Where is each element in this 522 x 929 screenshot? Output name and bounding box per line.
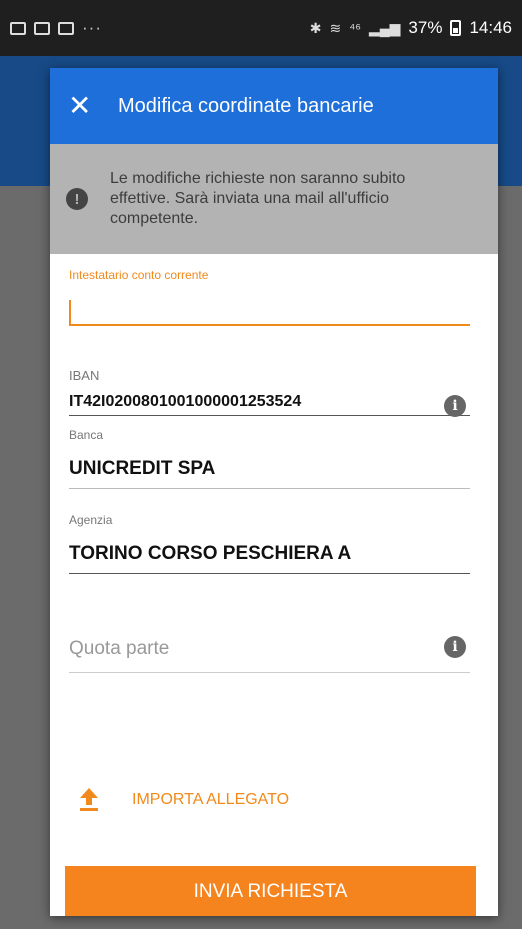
banca-field[interactable]: Banca UNICREDIT SPA	[69, 428, 470, 489]
bank-form: Intestatario conto corrente IBAN IT42I02…	[50, 254, 498, 673]
bluetooth-icon: ✱	[309, 19, 322, 36]
banca-label: Banca	[69, 428, 104, 442]
iban-underline	[69, 415, 470, 416]
info-icon[interactable]: i	[444, 636, 466, 658]
agenzia-label: Agenzia	[69, 513, 113, 527]
intestatario-input[interactable]	[69, 282, 470, 324]
submit-request-label: INVIA RICHIESTA	[193, 881, 348, 902]
import-attachment-label: IMPORTA ALLEGATO	[132, 791, 290, 808]
close-icon[interactable]: ✕	[68, 92, 98, 120]
submit-request-button[interactable]: INVIA RICHIESTA	[65, 866, 476, 916]
upload-icon	[80, 788, 98, 812]
banca-underline	[69, 488, 470, 489]
import-attachment-button[interactable]: IMPORTA ALLEGATO	[80, 788, 289, 812]
alert-icon: !	[66, 188, 88, 210]
wifi-icon: ≋	[329, 19, 342, 36]
edit-bank-details-dialog: ✕ Modifica coordinate bancarie ! Le modi…	[50, 68, 498, 916]
quota-parte-input[interactable]: Quota parte	[69, 638, 169, 659]
text-cursor	[69, 300, 71, 324]
more-notifications: ···	[82, 18, 102, 37]
notification-icon	[58, 21, 74, 35]
agenzia-field[interactable]: Agenzia TORINO CORSO PESCHIERA A	[69, 513, 470, 574]
quota-parte-underline	[69, 672, 470, 673]
dialog-title: Modifica coordinate bancarie	[118, 94, 374, 117]
banca-value[interactable]: UNICREDIT SPA	[69, 458, 215, 479]
intestatario-field[interactable]: Intestatario conto corrente	[69, 254, 470, 326]
quota-parte-field[interactable]: Quota parte i	[69, 636, 470, 673]
status-bar-right: ✱ ≋ ⁴⁶ ▂▄▆ 37% 14:46	[310, 18, 512, 38]
notification-icon	[10, 21, 26, 35]
info-icon[interactable]: i	[444, 395, 466, 417]
status-bar-left: ···	[10, 18, 102, 38]
signal-icon: ▂▄▆	[368, 19, 401, 36]
clock: 14:46	[469, 18, 512, 37]
notification-icon	[34, 21, 50, 35]
battery-icon	[450, 20, 462, 36]
dialog-header: ✕ Modifica coordinate bancarie	[50, 68, 498, 144]
notice-banner: ! Le modifiche richieste non saranno sub…	[50, 144, 498, 254]
intestatario-underline	[69, 324, 470, 326]
agenzia-underline	[69, 573, 470, 574]
iban-label: IBAN	[69, 368, 100, 383]
notice-text: Le modifiche richieste non saranno subit…	[110, 170, 406, 227]
iban-field[interactable]: IBAN IT42I0200801001000001253524 i	[69, 368, 470, 417]
status-bar: ··· ✱ ≋ ⁴⁶ ▂▄▆ 37% 14:46	[0, 0, 522, 56]
network-type: ⁴⁶	[349, 20, 361, 36]
agenzia-value[interactable]: TORINO CORSO PESCHIERA A	[69, 543, 351, 564]
iban-value[interactable]: IT42I0200801001000001253524	[69, 393, 301, 410]
intestatario-label: Intestatario conto corrente	[69, 268, 209, 282]
battery-percent: 37%	[408, 18, 443, 37]
